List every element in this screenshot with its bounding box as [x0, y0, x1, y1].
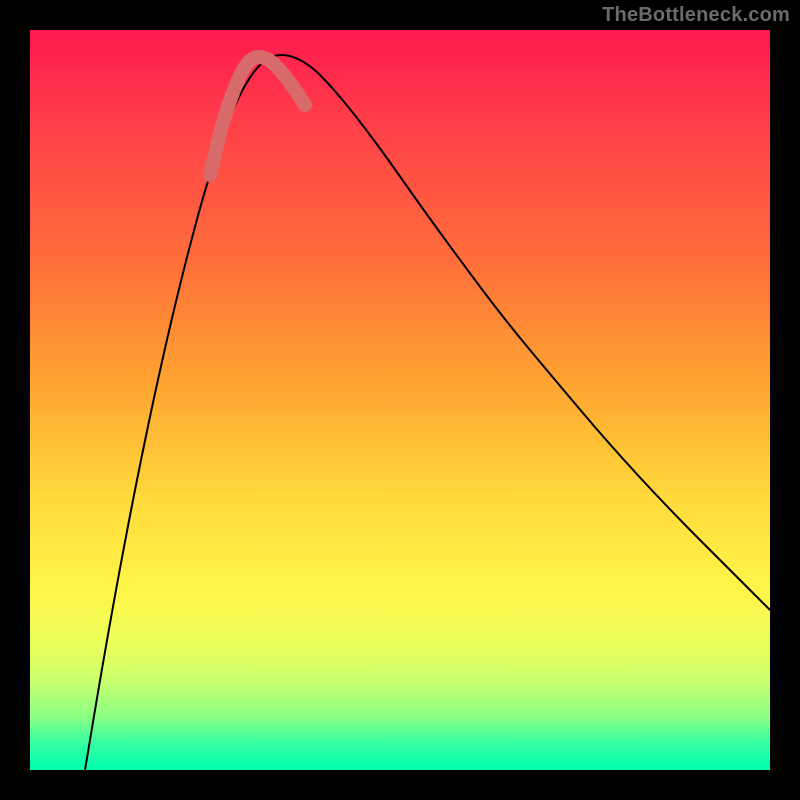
bottleneck-curve	[85, 55, 770, 770]
attribution-label: TheBottleneck.com	[602, 4, 790, 27]
curve-layer	[30, 30, 770, 770]
bottleneck-highlight	[210, 57, 305, 175]
chart-frame: TheBottleneck.com	[0, 0, 800, 800]
plot-area	[30, 30, 770, 770]
